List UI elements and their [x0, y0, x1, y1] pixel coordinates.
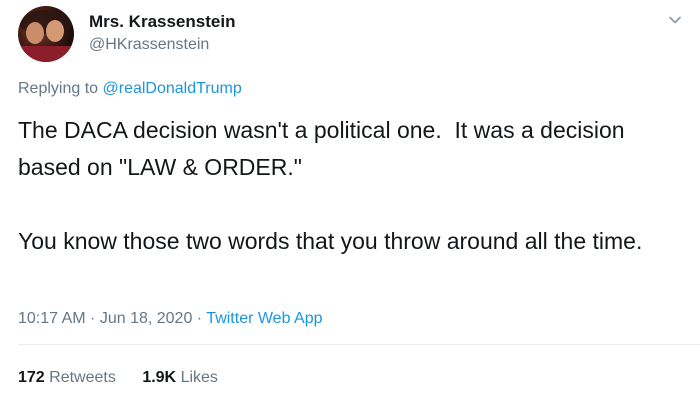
tweet-time[interactable]: 10:17 AM [18, 310, 86, 327]
meta-separator: · [192, 310, 207, 327]
avatar-face-right [46, 20, 64, 42]
author-handle[interactable]: @HKrassenstein [89, 36, 209, 54]
divider [18, 344, 700, 345]
avatar-face-left [26, 22, 44, 44]
retweets-count: 172 [18, 369, 45, 386]
tweet-stats: 172 Retweets 1.9K Likes [18, 369, 240, 387]
avatar[interactable] [18, 6, 74, 62]
replying-to: Replying to @realDonaldTrump [18, 80, 242, 98]
chevron-down-icon[interactable] [667, 12, 683, 28]
likes-stat[interactable]: 1.9K Likes [142, 369, 218, 386]
tweet-text: The DACA decision wasn't a political one… [18, 112, 678, 260]
tweet-meta: 10:17 AM · Jun 18, 2020 · Twitter Web Ap… [18, 310, 323, 328]
avatar-shirt [18, 46, 74, 62]
reply-mention-link[interactable]: @realDonaldTrump [103, 80, 242, 97]
tweet-paragraph: You know those two words that you throw … [18, 228, 643, 254]
retweets-label: Retweets [49, 369, 116, 386]
tweet-source-link[interactable]: Twitter Web App [206, 310, 322, 327]
replying-to-label: Replying to [18, 80, 103, 97]
retweets-stat[interactable]: 172 Retweets [18, 369, 116, 386]
author-display-name[interactable]: Mrs. Krassenstein [89, 12, 235, 32]
likes-label: Likes [180, 369, 218, 386]
likes-count: 1.9K [142, 369, 177, 386]
tweet-card: Mrs. Krassenstein @HKrassenstein Replyin… [0, 0, 700, 405]
tweet-date[interactable]: Jun 18, 2020 [100, 310, 193, 327]
meta-separator: · [85, 310, 100, 327]
tweet-paragraph: The DACA decision wasn't a political one… [18, 117, 631, 180]
